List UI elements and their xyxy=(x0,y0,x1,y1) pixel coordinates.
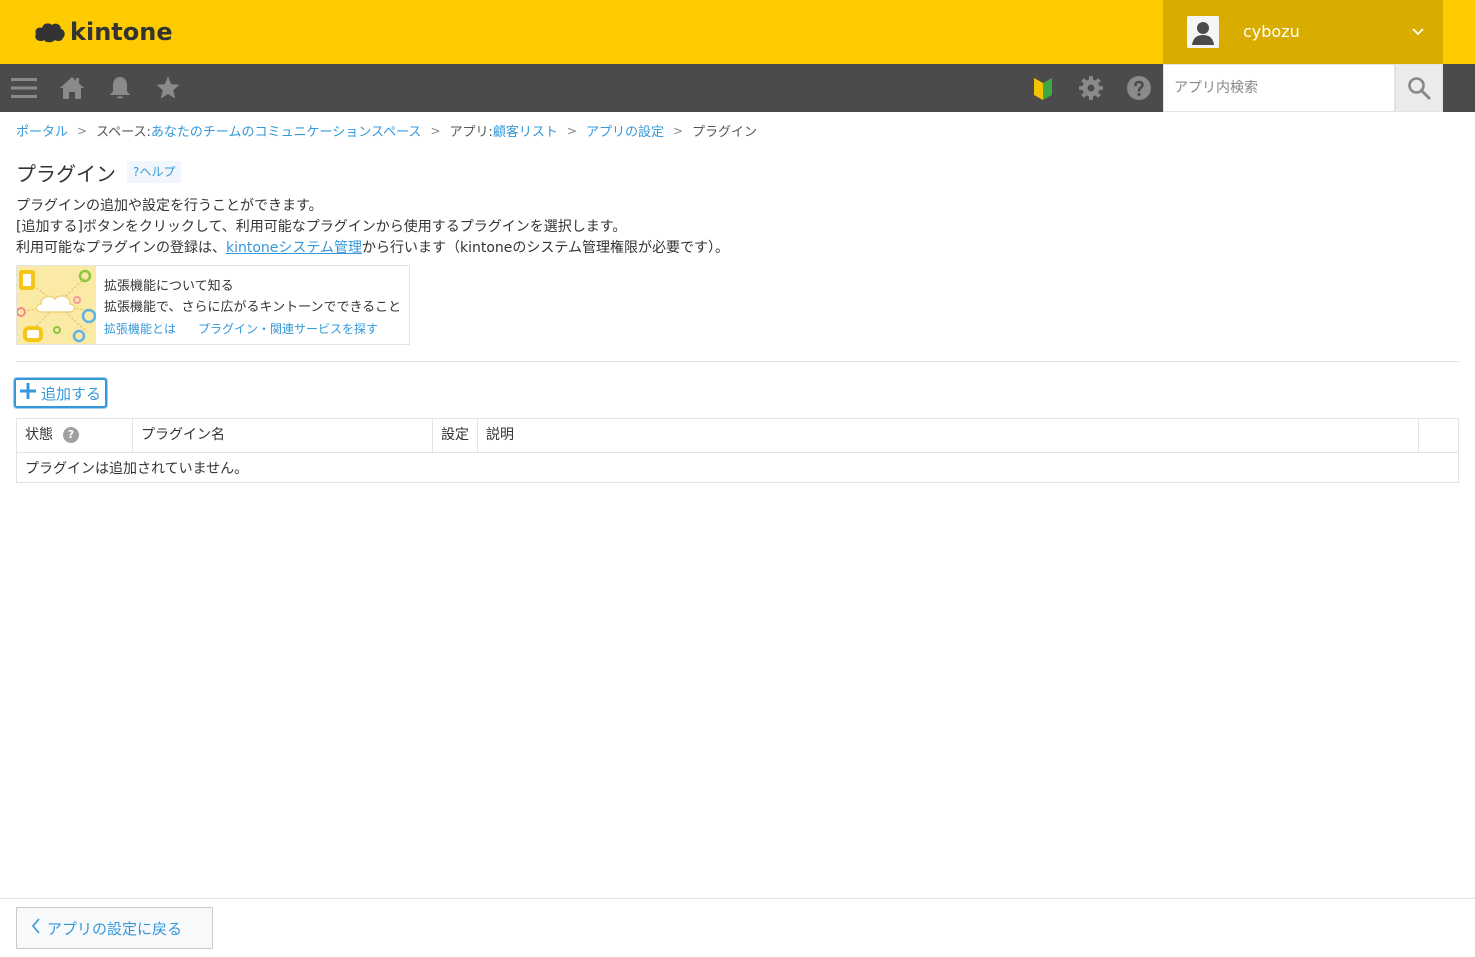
empty-message: プラグインは追加されていません。 xyxy=(25,461,249,477)
description-line: [追加する]ボタンをクリックして、利用可能なプラグインから使用するプラグインを選… xyxy=(16,219,627,235)
description-text: から行います（kintoneのシステム管理権限が必要です）。 xyxy=(362,240,729,256)
breadcrumb-current: プラグイン xyxy=(692,125,758,140)
search-button[interactable] xyxy=(1395,64,1443,112)
column-header-label: 状態 xyxy=(25,427,53,443)
system-admin-link[interactable]: kintoneシステム管理 xyxy=(226,240,362,256)
breadcrumb-space-prefix: スペース: xyxy=(96,125,151,140)
section-divider xyxy=(16,361,1459,362)
gear-icon[interactable] xyxy=(1077,74,1105,102)
column-header-settings: 設定 xyxy=(433,419,478,452)
table-header-row: 状態? プラグイン名 設定 説明 xyxy=(17,419,1458,453)
kintone-logo[interactable]: kintone xyxy=(34,18,173,46)
breadcrumb-separator: > xyxy=(77,123,88,138)
chevron-down-icon xyxy=(1411,24,1425,42)
column-header-status: 状態? xyxy=(17,419,133,452)
menu-icon[interactable] xyxy=(10,74,38,102)
add-plugin-button[interactable]: 追加する xyxy=(14,378,108,408)
footer-divider xyxy=(0,898,1475,899)
beginner-mark-icon[interactable] xyxy=(1029,74,1057,102)
home-icon[interactable] xyxy=(58,74,86,102)
extension-illustration xyxy=(17,266,96,344)
question-icon[interactable] xyxy=(1125,74,1153,102)
extension-subtitle: 拡張機能で、さらに広がるキントーンでできること xyxy=(104,300,402,315)
breadcrumb-app[interactable]: 顧客リスト xyxy=(493,121,558,140)
breadcrumb: ポータル > スペース: あなたのチームのコミュニケーションスペース > アプリ… xyxy=(16,121,758,141)
back-to-app-settings-button[interactable]: アプリの設定に戻る xyxy=(16,907,213,949)
find-plugins-link[interactable]: プラグイン・関連サービスを探す xyxy=(198,320,378,337)
plus-icon xyxy=(20,382,36,404)
breadcrumb-separator: > xyxy=(566,123,577,138)
app-header: kintone cybozu xyxy=(0,0,1475,64)
extension-title: 拡張機能について知る xyxy=(104,279,234,294)
back-button-label: アプリの設定に戻る xyxy=(47,919,183,938)
description-text: 利用可能なプラグインの登録は、 xyxy=(16,240,226,256)
search-input[interactable] xyxy=(1164,65,1394,111)
breadcrumb-portal[interactable]: ポータル xyxy=(16,121,68,140)
search-icon xyxy=(1408,77,1431,100)
cloud-logo-icon xyxy=(35,23,65,43)
about-extensions-link[interactable]: 拡張機能とは xyxy=(104,320,176,337)
breadcrumb-separator: > xyxy=(430,123,441,138)
bell-icon[interactable] xyxy=(106,74,134,102)
status-help-icon[interactable]: ? xyxy=(63,427,79,443)
column-header-plugin-name: プラグイン名 xyxy=(133,419,433,452)
star-icon[interactable] xyxy=(154,74,182,102)
description-line: 利用可能なプラグインの登録は、kintoneシステム管理から行います（kinto… xyxy=(16,237,729,257)
breadcrumb-app-settings[interactable]: アプリの設定 xyxy=(586,121,664,140)
user-icon xyxy=(1187,16,1219,48)
chevron-left-icon xyxy=(31,918,41,938)
description-line: プラグインの追加や設定を行うことができます。 xyxy=(16,198,323,214)
logo-text: kintone xyxy=(70,18,173,46)
user-name: cybozu xyxy=(1243,22,1300,41)
breadcrumb-space[interactable]: あなたのチームのコミュニケーションスペース xyxy=(151,121,422,140)
user-menu[interactable]: cybozu xyxy=(1163,0,1443,64)
column-header-description: 説明 xyxy=(478,419,1419,452)
plugin-table: 状態? プラグイン名 設定 説明 プラグインは追加されていません。 xyxy=(16,418,1459,483)
add-button-label: 追加する xyxy=(41,384,102,403)
help-link[interactable]: ?ヘルプ xyxy=(127,161,182,183)
page-title: プラグイン xyxy=(16,162,116,186)
extension-info-card: 拡張機能について知る 拡張機能で、さらに広がるキントーンでできること 拡張機能と… xyxy=(16,265,410,345)
breadcrumb-separator: > xyxy=(672,123,684,138)
breadcrumb-app-prefix: アプリ: xyxy=(449,125,493,140)
app-search xyxy=(1163,64,1395,112)
